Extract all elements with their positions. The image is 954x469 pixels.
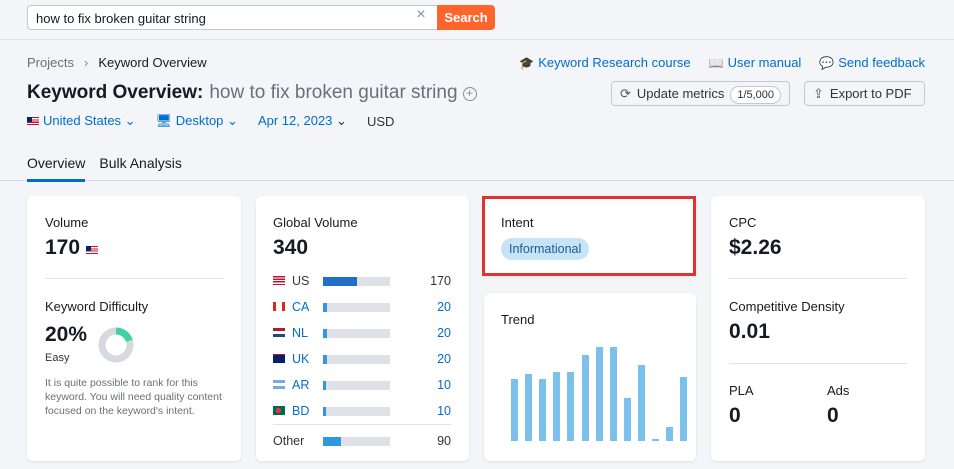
global-volume-value: 340 [273,236,309,259]
country-row-ca[interactable]: CA 20 [273,300,451,314]
divider [729,363,907,364]
global-volume-card: Global Volume 340 US 170 CA 20 NL 20 UK … [256,196,469,461]
breadcrumb: Projects › Keyword Overview [27,55,207,70]
graduation-cap-icon: 🎓 [519,56,535,70]
tab-bulk-analysis[interactable]: Bulk Analysis [99,155,181,182]
bd-flag-icon [273,406,285,415]
add-icon[interactable]: + [462,87,477,101]
ca-flag-icon [273,302,285,311]
search-input[interactable]: how to fix broken guitar string [27,5,437,30]
upload-icon: ⇪ [813,86,824,101]
update-metrics-button[interactable]: ⟳ Update metrics 1/5,000 [611,81,791,106]
volume-label: Volume [45,215,89,230]
comment-icon: 💬 [819,56,835,70]
pla-label: PLA [729,383,754,398]
page-header: Projects › Keyword Overview 🎓 Keyword Resea… [0,41,954,182]
competitive-density-value: 0.01 [729,320,770,343]
divider [45,278,223,279]
country-row-ar[interactable]: AR 10 [273,378,451,392]
chevron-down-icon: ⌄ [227,113,238,128]
trend-bar [680,377,687,441]
user-manual-link[interactable]: 📖 User manual [709,55,802,70]
chevron-down-icon: ⌄ [336,113,347,128]
volume-card: Volume 170 Keyword Difficulty 20% Easy I… [27,196,241,461]
country-bar [323,355,390,364]
date-select[interactable]: Apr 12, 2023 ⌄ [258,113,347,129]
keyword-research-course-link[interactable]: 🎓 Keyword Research course [519,55,690,70]
update-limit-badge: 1/5,000 [730,86,782,104]
country-row-uk[interactable]: UK 20 [273,352,451,366]
volume-value: 170 [45,236,102,260]
tab-overview[interactable]: Overview [27,155,86,182]
breadcrumb-projects[interactable]: Projects [27,55,74,70]
trend-card: Trend [484,293,696,461]
trend-bar [638,365,645,441]
header-links: 🎓 Keyword Research course 📖 User manual 💬 S… [519,55,925,70]
export-to-pdf-button[interactable]: ⇪ Export to PDF [804,81,925,106]
close-icon[interactable]: × [414,7,428,23]
intent-highlight-box [482,196,696,276]
keyword-difficulty-level: Easy [45,352,70,364]
currency-label: USD [366,113,395,129]
cpc-value: $2.26 [729,236,782,259]
country-row-bd[interactable]: BD 10 [273,404,451,418]
trend-bar [567,372,574,441]
keyword-difficulty-label: Keyword Difficulty [45,299,149,314]
trend-bar [624,398,631,441]
country-bar [323,437,390,446]
ads-label: Ads [827,383,850,398]
country-bar [323,277,390,286]
refresh-icon: ⟳ [620,86,631,101]
country-bar [323,329,390,338]
country-row-other: Other 90 [273,434,451,448]
trend-bar [610,347,617,441]
country-bar [323,407,390,416]
competitive-density-label: Competitive Density [729,299,845,314]
chevron-down-icon: ⌄ [124,113,136,128]
divider [273,424,451,425]
trend-bar [553,372,560,441]
country-bar [323,381,390,390]
us-flag-icon [27,117,39,125]
page-title: Keyword Overview: how to fix broken guita… [27,82,477,104]
trend-chart [511,341,691,441]
trend-bar [596,347,603,441]
country-bar [323,303,390,312]
breadcrumb-current: Keyword Overview [98,55,207,70]
difficulty-donut [98,327,134,363]
trend-bar [666,427,673,441]
trend-bar [652,439,659,441]
cpc-label: CPC [729,215,757,230]
desktop-icon: 🖥 [155,113,173,128]
device-select[interactable]: 🖥 Desktop ⌄ [156,113,238,129]
trend-bar [511,379,518,441]
us-flag-icon [273,276,285,285]
keyword-difficulty-value: 20% [45,323,88,346]
chevron-right-icon: › [83,55,89,70]
ads-value: 0 [827,404,839,427]
country-row-nl[interactable]: NL 20 [273,326,451,340]
trend-bar [582,355,589,441]
filters-row: United States ⌄ 🖥 Desktop ⌄ Apr 12, 2023… [27,113,394,129]
country-select[interactable]: United States ⌄ [27,113,136,129]
keyword-difficulty-description: It is quite possible to rank for this ke… [45,377,222,417]
divider [729,278,907,279]
us-flag-icon [85,246,98,254]
pla-value: 0 [729,404,741,427]
ar-flag-icon [273,380,285,389]
uk-flag-icon [273,354,285,363]
title-keyword: how to fix broken guitar string [209,82,458,103]
send-feedback-link[interactable]: 💬 Send feedback [819,55,925,70]
global-volume-label: Global Volume [273,215,358,230]
book-icon: 📖 [708,56,724,70]
trend-label: Trend [501,312,535,327]
trend-bar [525,374,532,441]
cpc-card: CPC $2.26 Competitive Density 0.01 PLA 0… [711,196,925,461]
trend-bar [539,379,546,441]
country-row-us[interactable]: US 170 [273,274,451,288]
tabs: Overview Bulk Analysis [27,155,182,182]
search-button[interactable]: Search [437,5,495,30]
nl-flag-icon [273,328,285,337]
top-bar: how to fix broken guitar string × Search [0,0,954,40]
